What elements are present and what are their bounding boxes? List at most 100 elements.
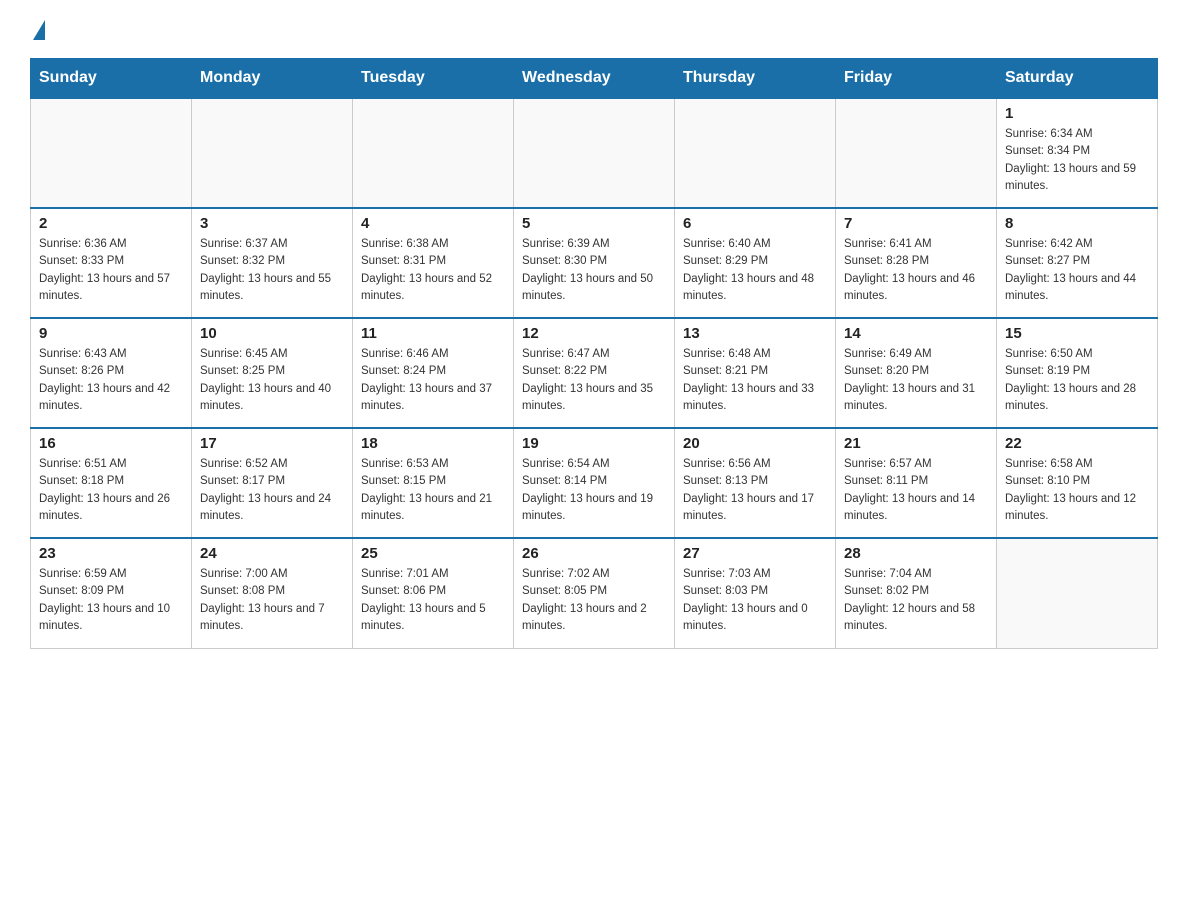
day-info: Sunrise: 6:37 AM Sunset: 8:32 PM Dayligh… <box>200 236 344 305</box>
day-info: Sunrise: 7:01 AM Sunset: 8:06 PM Dayligh… <box>361 566 505 635</box>
header-saturday: Saturday <box>997 59 1158 99</box>
day-number: 26 <box>522 545 666 562</box>
header-wednesday: Wednesday <box>514 59 675 99</box>
table-row: 13 Sunrise: 6:48 AM Sunset: 8:21 PM Dayli… <box>675 318 836 428</box>
day-info: Sunrise: 6:45 AM Sunset: 8:25 PM Dayligh… <box>200 346 344 415</box>
day-info: Sunrise: 6:42 AM Sunset: 8:27 PM Dayligh… <box>1005 236 1149 305</box>
table-row <box>31 98 192 208</box>
table-row: 6 Sunrise: 6:40 AM Sunset: 8:29 PM Daylig… <box>675 208 836 318</box>
table-row: 10Sunrise: 6:45 AM Sunset: 8:25 PM Dayli… <box>192 318 353 428</box>
day-number: 5 <box>522 215 666 232</box>
day-info: Sunrise: 6:48 AM Sunset: 8:21 PM Dayligh… <box>683 346 827 415</box>
table-row: 26 Sunrise: 7:02 AM Sunset: 8:05 PM Dayli… <box>514 538 675 648</box>
table-row: 15 Sunrise: 6:50 AM Sunset: 8:19 PM Dayli… <box>997 318 1158 428</box>
day-info: Sunrise: 7:02 AM Sunset: 8:05 PM Dayligh… <box>522 566 666 635</box>
day-number: 9 <box>39 325 183 342</box>
table-row: 14 Sunrise: 6:49 AM Sunset: 8:20 PM Dayli… <box>836 318 997 428</box>
calendar-week-row: 2Sunrise: 6:36 AM Sunset: 8:33 PM Daylig… <box>31 208 1158 318</box>
day-number: 12 <box>522 325 666 342</box>
table-row: 20Sunrise: 6:56 AM Sunset: 8:13 PM Dayli… <box>675 428 836 538</box>
table-row: 23 Sunrise: 6:59 AM Sunset: 8:09 PM Dayli… <box>31 538 192 648</box>
day-info: Sunrise: 6:38 AM Sunset: 8:31 PM Dayligh… <box>361 236 505 305</box>
day-info: Sunrise: 7:04 AM Sunset: 8:02 PM Dayligh… <box>844 566 988 635</box>
day-number: 15 <box>1005 325 1149 342</box>
table-row <box>997 538 1158 648</box>
table-row: 1 Sunrise: 6:34 AM Sunset: 8:34 PM Daylig… <box>997 98 1158 208</box>
day-info: Sunrise: 6:58 AM Sunset: 8:10 PM Dayligh… <box>1005 456 1149 525</box>
day-info: Sunrise: 6:43 AM Sunset: 8:26 PM Dayligh… <box>39 346 183 415</box>
table-row: 28 Sunrise: 7:04 AM Sunset: 8:02 PM Dayli… <box>836 538 997 648</box>
table-row <box>675 98 836 208</box>
table-row <box>514 98 675 208</box>
day-number: 24 <box>200 545 344 562</box>
table-row: 7 Sunrise: 6:41 AM Sunset: 8:28 PM Daylig… <box>836 208 997 318</box>
day-number: 21 <box>844 435 988 452</box>
day-number: 17 <box>200 435 344 452</box>
day-number: 8 <box>1005 215 1149 232</box>
calendar-week-row: 9 Sunrise: 6:43 AM Sunset: 8:26 PM Daylig… <box>31 318 1158 428</box>
day-number: 1 <box>1005 105 1149 122</box>
day-info: Sunrise: 6:54 AM Sunset: 8:14 PM Dayligh… <box>522 456 666 525</box>
day-number: 28 <box>844 545 988 562</box>
day-number: 2 <box>39 215 183 232</box>
day-info: Sunrise: 6:56 AM Sunset: 8:13 PM Dayligh… <box>683 456 827 525</box>
day-number: 19 <box>522 435 666 452</box>
table-row: 18 Sunrise: 6:53 AM Sunset: 8:15 PM Dayli… <box>353 428 514 538</box>
calendar-week-row: 23 Sunrise: 6:59 AM Sunset: 8:09 PM Dayli… <box>31 538 1158 648</box>
header-friday: Friday <box>836 59 997 99</box>
header-monday: Monday <box>192 59 353 99</box>
calendar-week-row: 16 Sunrise: 6:51 AM Sunset: 8:18 PM Dayli… <box>31 428 1158 538</box>
table-row: 21 Sunrise: 6:57 AM Sunset: 8:11 PM Dayli… <box>836 428 997 538</box>
table-row: 25 Sunrise: 7:01 AM Sunset: 8:06 PM Dayli… <box>353 538 514 648</box>
day-number: 13 <box>683 325 827 342</box>
day-info: Sunrise: 7:00 AM Sunset: 8:08 PM Dayligh… <box>200 566 344 635</box>
day-number: 4 <box>361 215 505 232</box>
day-info: Sunrise: 6:57 AM Sunset: 8:11 PM Dayligh… <box>844 456 988 525</box>
day-number: 27 <box>683 545 827 562</box>
day-info: Sunrise: 6:41 AM Sunset: 8:28 PM Dayligh… <box>844 236 988 305</box>
day-number: 18 <box>361 435 505 452</box>
table-row: 17 Sunrise: 6:52 AM Sunset: 8:17 PM Dayli… <box>192 428 353 538</box>
table-row: 8 Sunrise: 6:42 AM Sunset: 8:27 PM Daylig… <box>997 208 1158 318</box>
day-number: 11 <box>361 325 505 342</box>
header-tuesday: Tuesday <box>353 59 514 99</box>
day-info: Sunrise: 6:53 AM Sunset: 8:15 PM Dayligh… <box>361 456 505 525</box>
table-row: 12Sunrise: 6:47 AM Sunset: 8:22 PM Dayli… <box>514 318 675 428</box>
table-row: 3 Sunrise: 6:37 AM Sunset: 8:32 PM Daylig… <box>192 208 353 318</box>
table-row: 9 Sunrise: 6:43 AM Sunset: 8:26 PM Daylig… <box>31 318 192 428</box>
day-info: Sunrise: 6:52 AM Sunset: 8:17 PM Dayligh… <box>200 456 344 525</box>
day-number: 23 <box>39 545 183 562</box>
table-row: 2Sunrise: 6:36 AM Sunset: 8:33 PM Daylig… <box>31 208 192 318</box>
table-row <box>192 98 353 208</box>
page-header <box>30 20 1158 42</box>
calendar-header-row: Sunday Monday Tuesday Wednesday Thursday… <box>31 59 1158 99</box>
day-number: 7 <box>844 215 988 232</box>
day-info: Sunrise: 6:59 AM Sunset: 8:09 PM Dayligh… <box>39 566 183 635</box>
table-row: 11 Sunrise: 6:46 AM Sunset: 8:24 PM Dayli… <box>353 318 514 428</box>
day-number: 6 <box>683 215 827 232</box>
table-row <box>836 98 997 208</box>
table-row: 24 Sunrise: 7:00 AM Sunset: 8:08 PM Dayli… <box>192 538 353 648</box>
calendar-week-row: 1 Sunrise: 6:34 AM Sunset: 8:34 PM Daylig… <box>31 98 1158 208</box>
day-info: Sunrise: 6:40 AM Sunset: 8:29 PM Dayligh… <box>683 236 827 305</box>
day-info: Sunrise: 6:46 AM Sunset: 8:24 PM Dayligh… <box>361 346 505 415</box>
day-info: Sunrise: 6:49 AM Sunset: 8:20 PM Dayligh… <box>844 346 988 415</box>
day-number: 25 <box>361 545 505 562</box>
table-row <box>353 98 514 208</box>
header-thursday: Thursday <box>675 59 836 99</box>
table-row: 4 Sunrise: 6:38 AM Sunset: 8:31 PM Daylig… <box>353 208 514 318</box>
logo <box>30 20 45 42</box>
day-number: 3 <box>200 215 344 232</box>
calendar-table: Sunday Monday Tuesday Wednesday Thursday… <box>30 58 1158 649</box>
header-sunday: Sunday <box>31 59 192 99</box>
day-info: Sunrise: 6:39 AM Sunset: 8:30 PM Dayligh… <box>522 236 666 305</box>
day-number: 16 <box>39 435 183 452</box>
day-number: 22 <box>1005 435 1149 452</box>
table-row: 19 Sunrise: 6:54 AM Sunset: 8:14 PM Dayli… <box>514 428 675 538</box>
day-number: 14 <box>844 325 988 342</box>
table-row: 16 Sunrise: 6:51 AM Sunset: 8:18 PM Dayli… <box>31 428 192 538</box>
day-info: Sunrise: 6:50 AM Sunset: 8:19 PM Dayligh… <box>1005 346 1149 415</box>
day-info: Sunrise: 6:34 AM Sunset: 8:34 PM Dayligh… <box>1005 126 1149 195</box>
logo-triangle-icon <box>33 20 45 40</box>
day-info: Sunrise: 6:51 AM Sunset: 8:18 PM Dayligh… <box>39 456 183 525</box>
